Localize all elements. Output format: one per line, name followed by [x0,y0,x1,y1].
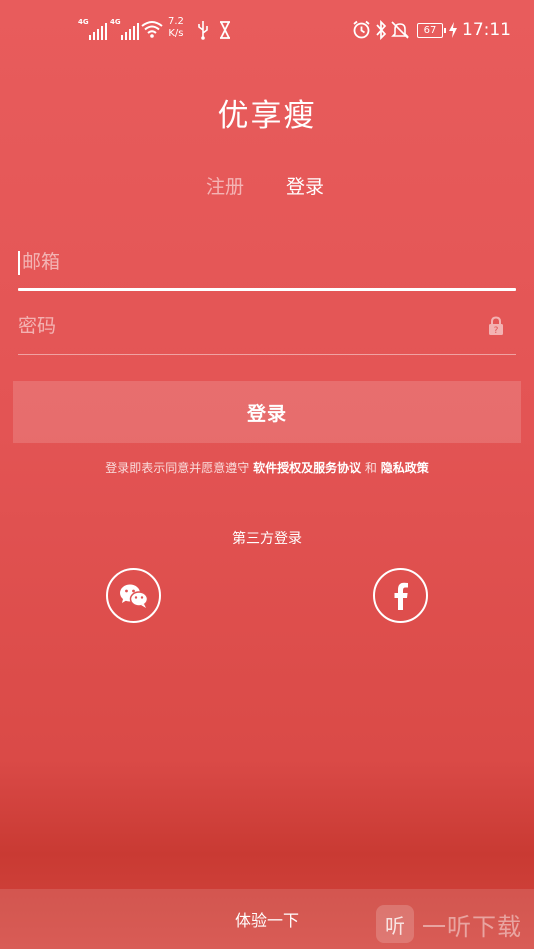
agreement-text: 登录即表示同意并愿意遵守 软件授权及服务协议 和 隐私政策 [0,459,534,476]
email-field[interactable] [22,240,482,284]
email-field-container [18,240,516,291]
hourglass-icon [220,21,230,39]
tab-login[interactable]: 登录 [286,172,324,199]
text-cursor [18,251,20,275]
app-title: 优享瘦 [217,98,317,134]
password-underline [18,354,516,355]
wechat-login-button[interactable] [106,568,161,623]
third-party-login-title: 第三方登录 [232,531,302,547]
signal-icon: 4G [78,18,107,40]
network-speed-value: 7.2 [168,16,184,27]
status-time: 17:11 [462,20,511,40]
wechat-icon [119,584,148,608]
battery-indicator: 67 [417,23,446,38]
password-field-container: ? [18,304,516,355]
email-underline [18,288,516,291]
facebook-icon [394,582,408,610]
status-bar: 4G 4G 7.2 K/s 67 17:11 [0,0,534,62]
svg-text:?: ? [494,326,499,336]
tab-register[interactable]: 注册 [206,172,244,199]
network-speed: 7.2 K/s [168,16,184,40]
sim2-label: 4G [110,18,121,26]
lock-icon[interactable]: ? [488,316,504,336]
watermark-text: 一听下载 [422,912,522,941]
bluetooth-icon [376,20,387,40]
password-field[interactable] [18,304,478,348]
trial-label: 体验一下 [234,911,299,930]
wifi-icon [141,21,163,38]
facebook-login-button[interactable] [373,568,428,623]
charging-icon [449,22,457,38]
software-license-link[interactable]: 软件授权及服务协议 [253,461,361,475]
privacy-policy-link[interactable]: 隐私政策 [381,461,429,475]
alarm-icon [353,20,370,39]
usb-icon [198,21,208,40]
auth-tabs: 注册 登录 [0,172,534,202]
mute-icon [391,21,409,39]
signal-icon: 4G [110,18,139,40]
watermark-logo: 听 [376,905,414,943]
sim1-label: 4G [78,18,89,26]
agreement-conjunction: 和 [361,461,381,475]
login-button[interactable]: 登录 [13,381,521,443]
network-speed-unit: K/s [168,28,184,39]
agreement-prefix: 登录即表示同意并愿意遵守 [105,461,254,475]
watermark: 听 一听下载 [370,899,534,949]
